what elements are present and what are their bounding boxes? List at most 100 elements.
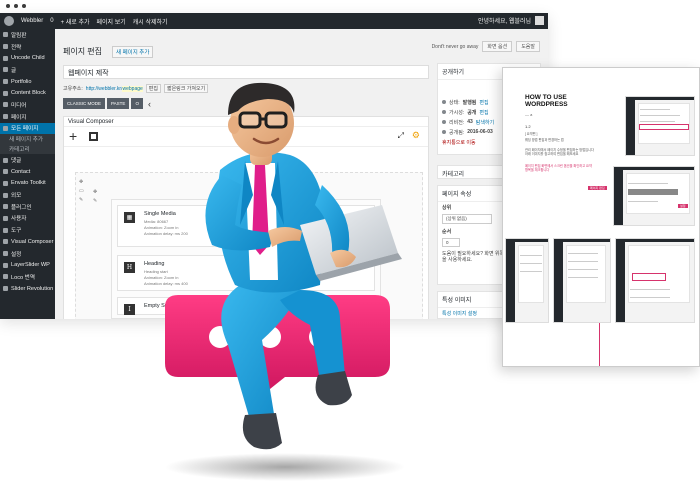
sidebar-item[interactable]: 설정 [0, 248, 55, 260]
menu-icon [3, 192, 8, 198]
visibility-label: 가시성: [449, 109, 465, 116]
menu-icon [3, 251, 8, 257]
guide-title: HOW TO USE WORDPRESS [525, 94, 568, 108]
sidebar-item-label: Uncode Child [11, 55, 45, 62]
menu-icon [3, 79, 8, 85]
paste-button[interactable]: PASTE [107, 98, 130, 109]
sidebar-item-label: 모든 페이지 [11, 126, 39, 133]
sidebar-item[interactable]: Envato Toolkit [0, 178, 55, 190]
sidebar-item-label: 댓글 [11, 158, 22, 165]
sidebar-item[interactable]: Uncode Child [0, 52, 55, 64]
guide-screenshot-5 [615, 238, 695, 323]
element-icon: I [124, 304, 135, 315]
permalink-label: 고유주소: [63, 86, 83, 92]
column-icon[interactable]: ▭ [79, 188, 84, 194]
visibility-edit-link[interactable]: 편집 [479, 109, 488, 116]
sidebar-item[interactable]: Slider Revolution [0, 283, 55, 295]
page-title: 페이지 편집 [63, 47, 103, 56]
admin-bar-new[interactable]: + 새로 추가 [61, 17, 90, 26]
sidebar-item[interactable]: 사용자 [0, 213, 55, 225]
sidebar-item[interactable]: Visual Composer [0, 236, 55, 248]
menu-icon [3, 286, 8, 292]
admin-bar-greeting[interactable]: 안녕하세요, 웹블러님 [478, 16, 531, 25]
guide-divider [599, 323, 600, 366]
ground-shadow [165, 453, 405, 481]
menu-icon [3, 67, 8, 73]
sidebar-item[interactable]: Loco 번역 [0, 271, 55, 283]
admin-bar-cache[interactable]: 캐시 삭제하기 [133, 17, 168, 26]
move-icon[interactable]: ✥ [93, 189, 97, 195]
sidebar-item[interactable]: 외모 [0, 189, 55, 201]
sidebar-item[interactable]: Content Block [0, 87, 55, 99]
classic-mode-button[interactable]: CLASSIC MODE [63, 98, 106, 109]
guide-tag-2: 설정 [678, 204, 688, 208]
sidebar-item-label: 설정 [11, 251, 22, 258]
page: Webbler 0 + 새로 추가 페이지 보기 캐시 삭제하기 안녕하세요, … [0, 0, 700, 483]
permalink-url[interactable]: http://webbler.kr/webpage [86, 85, 143, 92]
status-label: 상태: [449, 99, 460, 106]
sidebar-item-label: Slider Revolution [11, 285, 54, 292]
sidebar-item[interactable]: 모든 페이지 [0, 122, 55, 135]
sidebar-item[interactable]: 댓글 [0, 154, 55, 166]
guide-section: [ 요약편 ] [525, 132, 538, 136]
visibility-value: 공개 [467, 109, 477, 116]
sidebar-item[interactable]: Contact [0, 166, 55, 178]
character-svg [165, 82, 405, 481]
add-element-icon[interactable]: + [69, 129, 77, 143]
guide-text-3: 페이지 편집 화면에서 스크린 옵션을 확인하고 요약 항목을 체크합니다 [525, 164, 592, 173]
wordpress-logo-icon[interactable] [4, 16, 14, 26]
sidebar-item[interactable]: LayerSlider WP [0, 259, 55, 271]
sidebar-item-label: 알림판 [11, 32, 27, 39]
menu-icon [3, 204, 8, 210]
sidebar-item[interactable]: 미디어 [0, 99, 55, 111]
guide-subtitle: — a [525, 112, 533, 117]
sidebar-item[interactable]: 글 [0, 64, 55, 76]
guide-document: HOW TO USE WORDPRESS — a 1.2 [ 요약편 ] 웨딩 … [502, 67, 700, 367]
sidebar-item[interactable]: 새 페이지 추가 [0, 134, 55, 145]
sidebar-item-label: 페이지 [11, 114, 27, 121]
move-icon[interactable]: ✥ [79, 179, 84, 185]
admin-bar: Webbler 0 + 새로 추가 페이지 보기 캐시 삭제하기 안녕하세요, … [0, 13, 548, 29]
sidebar-item[interactable]: 전략 [0, 41, 55, 53]
sidebar-item[interactable]: 플러그인 [0, 201, 55, 213]
guide-screenshot-2 [613, 166, 695, 226]
left-shoe [242, 413, 282, 450]
sidebar-item-label: Content Block [11, 90, 46, 97]
revisions-browse-link[interactable]: 탐색하기 [476, 119, 494, 126]
sidebar-item[interactable]: 도구 [0, 224, 55, 236]
sidebar-item[interactable]: 알림판 [0, 29, 55, 41]
date-value: 2016-06-03 [467, 129, 493, 135]
sidebar-item-label: 플러그인 [11, 204, 32, 211]
guide-screenshot-1 [625, 96, 695, 156]
sidebar-item-label: 카테고리 [9, 147, 30, 154]
sidebar-item[interactable]: 페이지 [0, 111, 55, 123]
help-button[interactable]: 도움말 [516, 41, 540, 52]
extra-button[interactable]: O [131, 98, 143, 109]
add-new-button[interactable]: 새 페이지 추가 [112, 46, 154, 58]
admin-bar-site[interactable]: Webbler [21, 18, 43, 24]
sidebar-item[interactable]: Portfolio [0, 76, 55, 88]
menu-icon [3, 102, 8, 108]
avatar[interactable] [535, 16, 544, 25]
screen-options-button[interactable]: 화면 옵션 [482, 41, 513, 52]
status-edit-link[interactable]: 편집 [479, 99, 488, 106]
menu-icon [3, 262, 8, 268]
sidebar-item-label: 도구 [11, 228, 22, 235]
edit-icon[interactable]: ✎ [79, 197, 84, 203]
sidebar-item[interactable]: 카테고리 [0, 144, 55, 155]
menu-icon [3, 274, 8, 280]
sidebar-item-label: Visual Composer [11, 238, 54, 245]
guide-text-2: 관리 페이지에서 페이지 수정을 편집하는 방법입니다 아래 이미지를 참고하여… [525, 148, 594, 157]
sidebar-item-label: 글 [11, 67, 17, 74]
menu-icon [3, 239, 8, 245]
guide-screenshot-4 [553, 238, 611, 323]
guide-tag-1: 페이지 편집 [588, 186, 607, 190]
admin-bar-comments[interactable]: 0 [50, 18, 53, 24]
menu-icon [3, 169, 8, 175]
admin-bar-view[interactable]: 페이지 보기 [97, 17, 126, 26]
menu-icon [3, 180, 8, 186]
edit-icon[interactable]: ✎ [93, 198, 97, 204]
menu-icon [3, 55, 8, 61]
revisions-value: 43 [467, 119, 473, 125]
template-icon[interactable] [89, 132, 98, 141]
